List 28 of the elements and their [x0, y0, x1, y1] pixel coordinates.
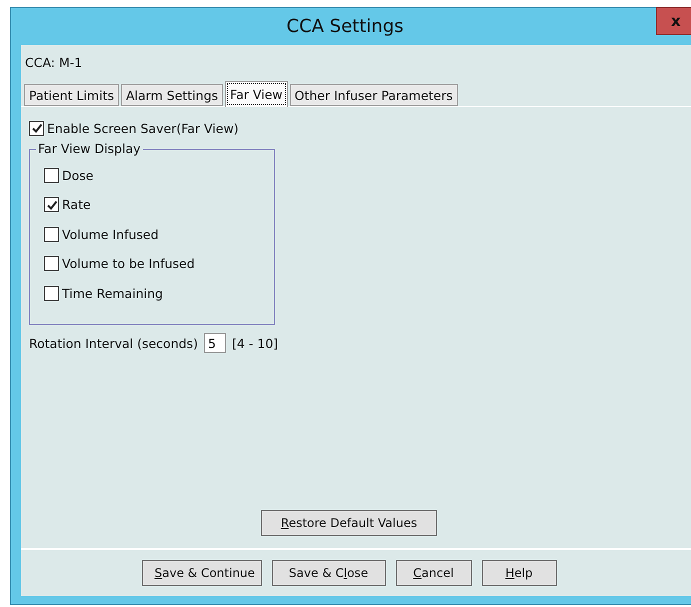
checkbox[interactable] — [29, 120, 44, 136]
checkbox[interactable] — [44, 226, 59, 242]
window-title: CCA Settings — [286, 16, 404, 37]
checkbox-label: Time Remaining — [62, 286, 163, 300]
checkbox[interactable] — [44, 256, 59, 271]
input-field[interactable]: 5 — [204, 333, 226, 353]
close-button[interactable]: x — [656, 7, 691, 35]
dialog-button[interactable]: Cancel — [396, 560, 472, 586]
checkbox-label: Rate — [62, 197, 91, 212]
checkbox[interactable] — [44, 197, 59, 212]
checkbox-label: Volume Infused — [62, 226, 159, 242]
field-label: Rotation Interval (seconds) — [29, 336, 198, 350]
restore-defaults-button[interactable]: Restore Default Values — [261, 510, 437, 536]
dialog-button[interactable]: Save & Close — [272, 560, 386, 586]
tab[interactable]: Other Infuser Parameters — [290, 84, 458, 106]
group-title: Far View Display — [36, 141, 143, 156]
dialog-button[interactable]: Help — [482, 560, 556, 586]
dialog-button[interactable]: Save & Continue — [142, 560, 262, 586]
tab[interactable]: Patient Limits — [24, 84, 119, 106]
checkbox-label: Volume to be Infused — [62, 256, 195, 271]
checkbox[interactable] — [44, 286, 59, 300]
checkbox-label: Dose — [62, 168, 94, 182]
cca-label: CCA: M-1 — [24, 54, 84, 72]
checkbox-label: Enable Screen Saver(Far View) — [47, 120, 239, 136]
tab[interactable]: Alarm Settings — [121, 84, 224, 106]
tab[interactable]: Far View — [225, 81, 288, 107]
checkbox[interactable] — [44, 168, 59, 182]
range-hint: [4 - 10] — [232, 336, 278, 350]
